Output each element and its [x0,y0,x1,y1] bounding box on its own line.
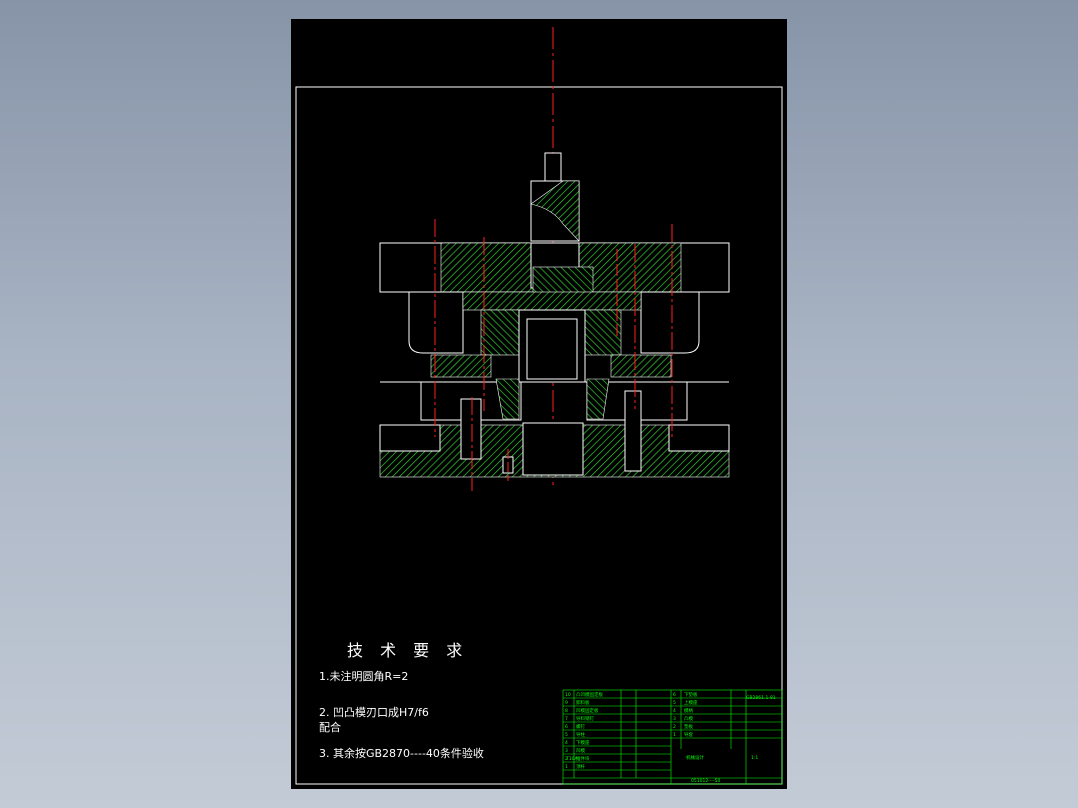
title-block-drawing-number: 051012----50 [691,778,721,784]
right-part-number: 3 [673,716,676,722]
right-part-number: 5 [673,700,676,706]
technical-requirements-title: 技 术 要 求 [347,641,469,660]
title-block-standard: GB2861.1-81 [746,695,776,701]
left-part-name: 下模座 [576,739,590,746]
left-part-number: 9 [565,700,568,706]
right-part-name: 凸模 [684,715,693,722]
left-part-name: 凹模固定板 [576,707,599,714]
left-part-name: 凸凹模固定板 [576,691,603,698]
left-part-number: 1 [565,764,568,770]
left-part-number: 5 [565,732,568,738]
left-part-number: 10 [565,692,571,698]
title-block-scale: 1:1 [751,755,758,761]
right-part-name: 导套 [684,731,693,738]
right-part-number: 2 [673,724,676,730]
note-2: 2. 凹凸模刃口成H7/f6 [319,706,429,719]
left-part-number: 3 [565,748,568,754]
note-2-continued: 配合 [319,721,341,734]
left-part-name: 顶杆 [576,763,585,770]
note-3: 3. 其余按GB2870----40条件验收 [319,747,484,760]
right-part-number: 1 [673,732,676,738]
left-part-name: 凹模 [576,747,585,754]
right-part-number: 6 [673,692,676,698]
left-part-name: 推件块 [576,755,590,762]
right-part-number: 4 [673,708,676,714]
left-part-name: 导料销钉 [576,715,594,722]
left-part-name: 螺钉 [576,723,585,730]
left-part-name: 卸料板 [576,699,590,706]
title-block-rows: 10 凸凹模固定板 9 卸料板 8 凹模固定板 7 导料销钉 6 螺钉 5 导柱 4 下模座 3 凹模 2 推件块… [563,691,782,784]
left-part-number: 4 [565,740,568,746]
right-part-name: 下垫板 [684,691,698,698]
left-part-number: 6 [565,724,568,730]
note-1: 1.未注明圆角R=2 [319,670,409,683]
drawing-sheet: 10 凸凹模固定板 9 卸料板 8 凹模固定板 7 导料销钉 6 螺钉 5 导柱 4 下模座 3 凹模 2 推件块… [291,19,787,789]
right-part-name: 垫板 [684,723,693,730]
right-part-name: 上模座 [684,699,698,706]
title-block-school: 机械设计 [686,754,704,761]
left-part-number: 7 [565,716,568,722]
left-part-number: 8 [565,708,568,714]
right-part-name: 模柄 [684,707,693,714]
left-part-name: 导柱 [576,731,585,738]
title-block-material: T10A [565,756,578,762]
